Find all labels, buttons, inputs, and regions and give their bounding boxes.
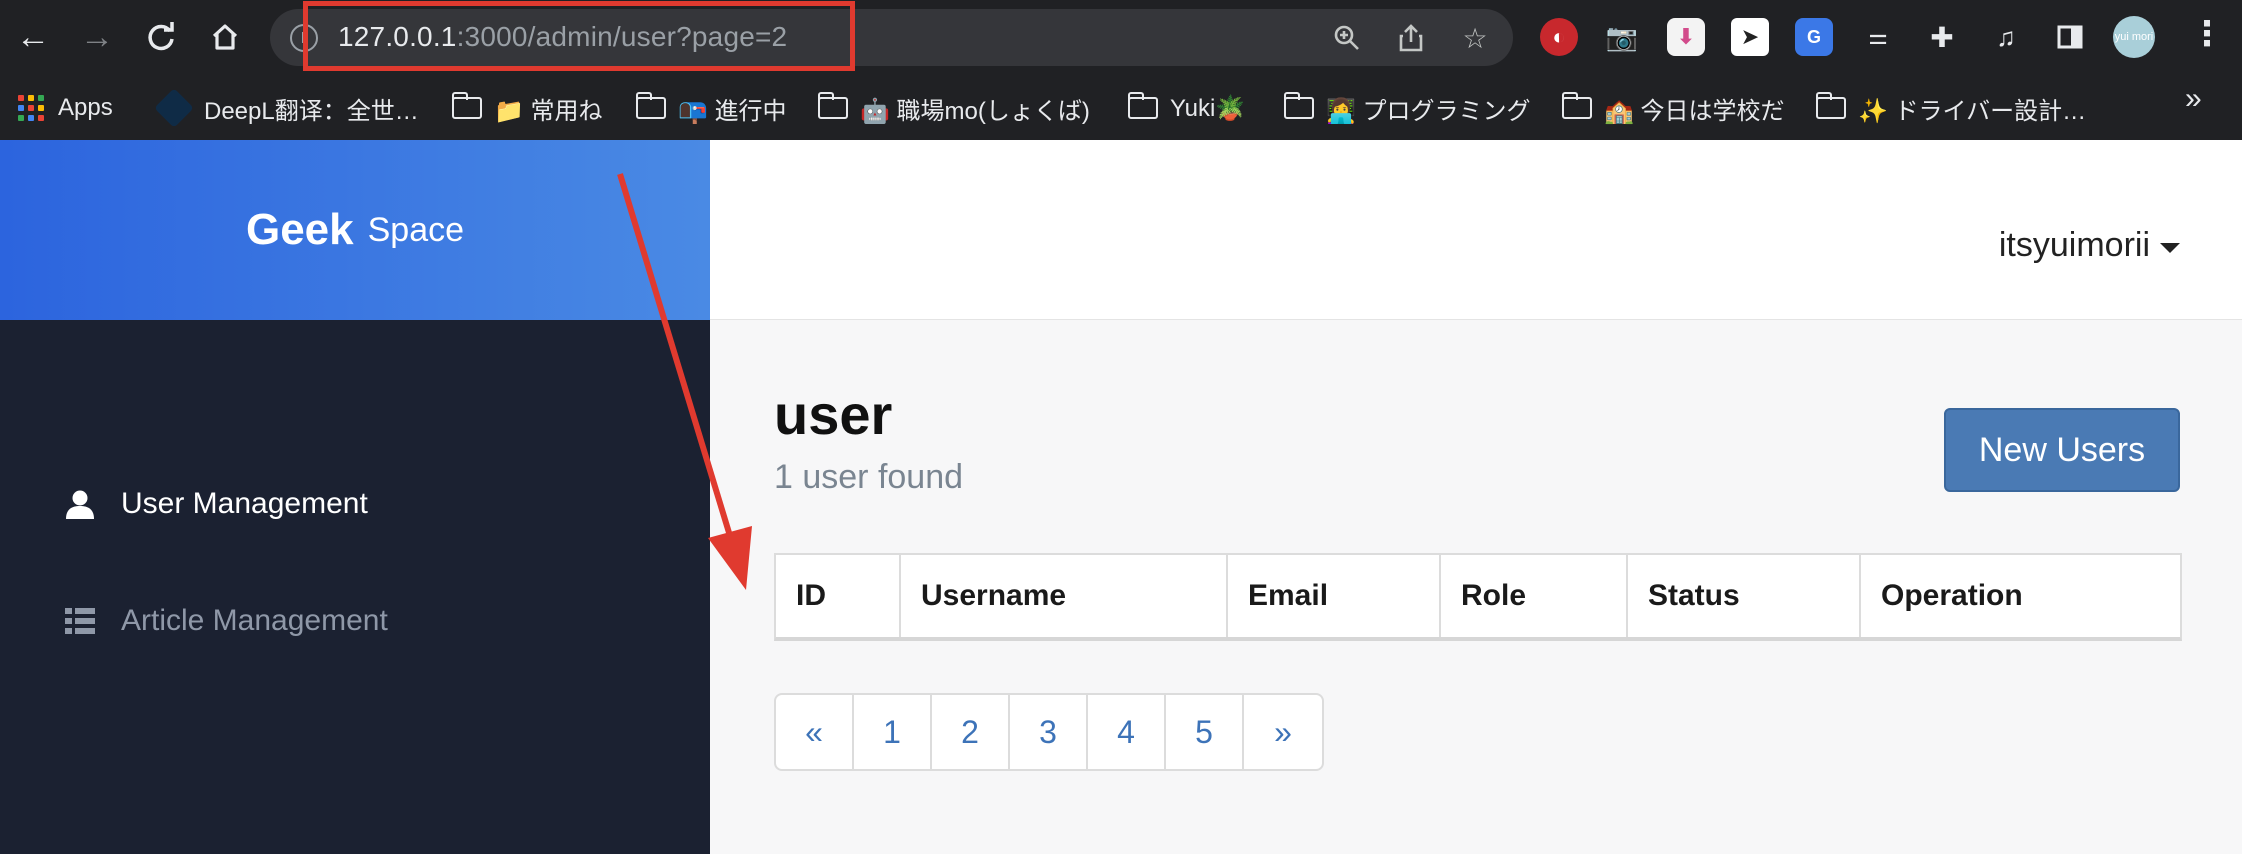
browser-menu-icon[interactable]: ⋮ (2190, 14, 2224, 54)
main-content: user 1 user found New Users ID Username … (710, 320, 2242, 854)
column-header-role: Role (1441, 555, 1628, 637)
pagination-page-2[interactable]: 2 (932, 695, 1010, 769)
user-icon (63, 489, 97, 519)
google-translate-icon[interactable]: G (1795, 18, 1833, 56)
pagination: « 1 2 3 4 5 » (774, 693, 1324, 771)
folder-icon (1127, 92, 1158, 119)
bookmark-label: 👩‍💻 プログラミング (1326, 97, 1531, 125)
zoom-icon[interactable] (1328, 19, 1366, 57)
bookmark-folder[interactable]: 📭 進行中 (635, 86, 787, 130)
bookmark-star-icon[interactable]: ☆ (1456, 19, 1494, 57)
bookmark-folder[interactable]: ✨ ドライバー設計… (1815, 86, 2087, 130)
sidebar-item-label: Article Management (121, 604, 388, 637)
result-count: 1 user found (774, 458, 964, 496)
caret-down-icon (2160, 242, 2180, 253)
profile-avatar[interactable]: yui mori (2113, 16, 2155, 58)
bookmark-folder[interactable]: 📁 常用ね (451, 86, 603, 130)
folder-icon (1815, 92, 1846, 119)
column-header-operation: Operation (1881, 579, 2023, 612)
folder-icon (1561, 92, 1592, 119)
bookmark-label: 📭 進行中 (678, 97, 787, 125)
bookmarks-bar: Apps DeepL翻译：全世… 📁 常用ね 📭 進行中 🤖 職場mo(しょくば… (0, 76, 2242, 140)
media-playlist-icon[interactable]: ♫ (1987, 18, 2025, 56)
users-table-header: ID Username Email Role Status Operation (774, 553, 2182, 641)
camera-icon[interactable]: 📷 (1603, 18, 1641, 56)
pagination-page-5[interactable]: 5 (1166, 695, 1244, 769)
forward-arrow-icon[interactable]: → (74, 14, 120, 60)
bookmark-folder[interactable]: 🤖 職場mo(しょくば) (817, 86, 1090, 130)
bookmark-label: Apps (58, 94, 113, 121)
page-title: user (774, 383, 893, 446)
pagination-page-4[interactable]: 4 (1088, 695, 1166, 769)
sidebar-item-user-management[interactable]: User Management (63, 482, 368, 526)
new-users-button[interactable]: New Users (1944, 408, 2180, 492)
top-header: itsyuimorii (710, 140, 2242, 320)
annotation-url-highlight (303, 1, 855, 71)
back-arrow-icon[interactable]: ← (10, 14, 56, 60)
column-header-status: Status (1628, 555, 1861, 637)
pagination-prev[interactable]: « (776, 695, 854, 769)
sidebar-item-label: User Management (121, 487, 368, 520)
pagination-page-1[interactable]: 1 (854, 695, 932, 769)
column-header-id: ID (776, 555, 901, 637)
folder-icon (451, 92, 482, 119)
bookmark-folder[interactable]: 👩‍💻 プログラミング (1283, 86, 1531, 130)
extension-download-icon[interactable]: ⬇ (1667, 18, 1705, 56)
folder-icon (635, 92, 666, 119)
brand-name: Geek (245, 205, 354, 254)
bookmark-folder[interactable]: 🏫 今日は学校だ (1561, 86, 1785, 130)
username-label: itsyuimorii (1998, 226, 2150, 264)
side-panel-icon[interactable] (2051, 18, 2089, 56)
brand-suffix: Space (367, 210, 465, 249)
bookmark-apps[interactable]: Apps (18, 86, 113, 130)
bookmark-label: 🤖 職場mo(しょくば) (860, 97, 1090, 125)
column-header-email: Email (1228, 555, 1441, 637)
home-icon[interactable] (202, 14, 248, 60)
puzzle-icon[interactable]: ✚ (1923, 18, 1961, 56)
bookmark-label: ✨ ドライバー設計… (1858, 97, 2087, 125)
folder-icon (817, 92, 848, 119)
sidebar-item-article-management[interactable]: Article Management (63, 599, 388, 643)
user-dropdown[interactable]: itsyuimorii (1999, 226, 2180, 265)
bookmark-folder[interactable]: Yuki🪴 (1127, 86, 1246, 130)
bookmarks-overflow-button[interactable]: » (2185, 82, 2202, 116)
brand-header: Geek Space (0, 140, 710, 320)
pagination-page-3[interactable]: 3 (1010, 695, 1088, 769)
extension-send-icon[interactable]: ➤ (1731, 18, 1769, 56)
deepl-icon (154, 88, 194, 128)
bookmark-label: 📁 常用ね (494, 97, 603, 125)
share-icon[interactable] (1392, 19, 1430, 57)
reload-icon[interactable] (138, 14, 184, 60)
pagination-next[interactable]: » (1244, 695, 1322, 769)
browser-toolbar: ← → 127.0.0.1:3000/admin/user?page=2 ☆ ◐… (0, 0, 2242, 76)
list-icon (63, 607, 97, 635)
browser-chrome: ← → 127.0.0.1:3000/admin/user?page=2 ☆ ◐… (0, 0, 2242, 140)
bookmark-label: 🏫 今日は学校だ (1604, 97, 1785, 125)
extension-red-icon[interactable]: ◐ (1540, 18, 1578, 56)
sidebar: User Management Article Management (0, 320, 710, 854)
column-header-username: Username (901, 555, 1228, 637)
bookmark-deepl[interactable]: DeepL翻译：全世… (154, 86, 419, 130)
bookmark-label: Yuki🪴 (1170, 94, 1246, 122)
extension-dash-icon[interactable]: ⚌ (1859, 18, 1897, 56)
apps-grid-icon (18, 95, 44, 121)
folder-icon (1283, 92, 1314, 119)
bookmark-label: DeepL翻译：全世… (204, 97, 419, 125)
